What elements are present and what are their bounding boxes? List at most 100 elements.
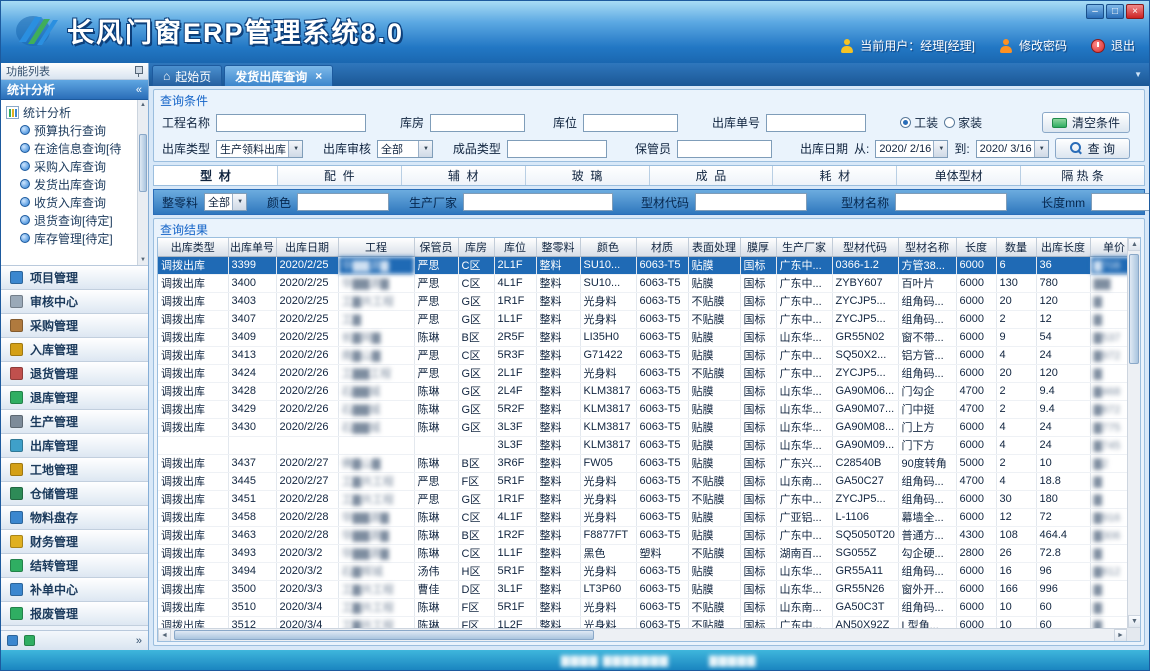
tree-item[interactable]: 退货查询[待定] <box>6 211 136 229</box>
tab-shipment-query[interactable]: 发货出库查询 × <box>224 65 333 86</box>
radio-home-install[interactable]: 家装 <box>944 114 982 131</box>
sidebar-section-finance[interactable]: 财务管理 <box>1 530 148 554</box>
keeper-input[interactable] <box>677 140 772 158</box>
sidebar-section-inventory[interactable]: 物料盘存 <box>1 506 148 530</box>
monitor-icon[interactable] <box>7 635 18 646</box>
column-header[interactable]: 颜色 <box>580 238 636 256</box>
table-row[interactable]: 调拨出库35102020/3/4工▇共工程陈琳F区5R1F整料光身料6063-T… <box>158 598 1141 616</box>
whole-part-select[interactable]: 全部 <box>204 193 247 211</box>
project-name-input[interactable] <box>216 114 366 132</box>
table-row[interactable]: 调拨出库34452020/2/27工▇共工程严思F区5R1F整料光身料6063-… <box>158 472 1141 490</box>
sidebar-section-audit[interactable]: 审核中心 <box>1 290 148 314</box>
column-header[interactable]: 表面处理 <box>688 238 740 256</box>
material-tab[interactable]: 辅 材 <box>402 166 526 185</box>
minimize-button[interactable]: – <box>1086 4 1104 19</box>
sidebar-section-site[interactable]: 工地管理 <box>1 458 148 482</box>
table-row[interactable]: 调拨出库34092020/2/25长▇网▇陈琳B区2R5F整料LI35H0606… <box>158 328 1141 346</box>
scroll-up-icon[interactable]: ▲ <box>1128 238 1141 251</box>
order-no-input[interactable] <box>766 114 866 132</box>
profile-code-input[interactable] <box>695 193 807 211</box>
manufacturer-input[interactable] <box>463 193 613 211</box>
column-header[interactable]: 整零料 <box>536 238 580 256</box>
column-header[interactable]: 出库日期 <box>276 238 338 256</box>
outbound-audit-select[interactable]: 全部 <box>377 140 433 158</box>
sidebar-section-carryover[interactable]: 结转管理 <box>1 554 148 578</box>
table-row[interactable]: 调拨出库34512020/2/28工▇共工程严思G区1R1F整料光身料6063-… <box>158 490 1141 508</box>
sidebar-section-outbound[interactable]: 出库管理 <box>1 434 148 458</box>
horizontal-scroll-thumb[interactable] <box>174 630 594 640</box>
sidebar-section-return-goods[interactable]: 退货管理 <box>1 362 148 386</box>
warehouse-input[interactable] <box>430 114 525 132</box>
tab-home[interactable]: ⌂ 起始页 <box>152 65 222 86</box>
column-header[interactable]: 库位 <box>494 238 536 256</box>
horizontal-scrollbar[interactable]: ◄ ► <box>158 628 1127 641</box>
sidebar-section-supplement[interactable]: 补单中心 <box>1 578 148 602</box>
column-header[interactable]: 材质 <box>636 238 688 256</box>
column-header[interactable]: 膜厚 <box>740 238 776 256</box>
sidebar-section-purchase[interactable]: 采购管理 <box>1 314 148 338</box>
column-header[interactable]: 保管员 <box>414 238 458 256</box>
material-tab[interactable]: 型 材 <box>154 166 278 185</box>
tree-item[interactable]: 发货出库查询 <box>6 175 136 193</box>
column-header[interactable]: 出库类型 <box>158 238 228 256</box>
sidebar-section-statistics[interactable]: 统计分析 « <box>1 80 148 100</box>
sidebar-section-scrap[interactable]: 报废管理 <box>1 602 148 626</box>
outbound-type-select[interactable]: 生产领料出库 <box>216 140 303 158</box>
table-row[interactable]: 调拨出库34932020/3/2华▇▇源▇陈琳C区1L1F整料黑色塑料不贴膜国标… <box>158 544 1141 562</box>
table-row[interactable]: 调拨出库34132020/2/26南▇山▇严思C区5R3F整料G71422606… <box>158 346 1141 364</box>
color-input[interactable] <box>297 193 389 211</box>
table-row[interactable]: 调拨出库34282020/2/26石▇▇城陈琳G区2L4F整料KLM381760… <box>158 382 1141 400</box>
column-header[interactable]: 型材代码 <box>832 238 898 256</box>
sidebar-section-production[interactable]: 生产管理 <box>1 410 148 434</box>
tree-item[interactable]: 收货入库查询 <box>6 193 136 211</box>
sidebar-section-project[interactable]: 项目管理 <box>1 266 148 290</box>
change-password-link[interactable]: 修改密码 <box>1019 37 1067 54</box>
material-tab[interactable]: 成 品 <box>650 166 774 185</box>
vertical-scroll-thumb[interactable] <box>1129 254 1139 364</box>
tree-scroll-thumb[interactable] <box>139 134 147 192</box>
date-from-picker[interactable]: 2020/ 2/16 <box>875 140 948 158</box>
material-tab[interactable]: 单体型材 <box>897 166 1021 185</box>
vertical-scrollbar[interactable]: ▲ ▼ <box>1127 238 1140 628</box>
close-button[interactable]: × <box>1126 4 1144 19</box>
pin-icon[interactable] <box>134 65 143 78</box>
table-row[interactable]: 调拨出库34242020/2/26工▇▇工程严思G区2L1F整料光身料6063-… <box>158 364 1141 382</box>
scroll-down-icon[interactable]: ▼ <box>138 255 148 265</box>
tree-item[interactable]: 预算执行查询 <box>6 121 136 139</box>
column-header[interactable]: 工程 <box>338 238 414 256</box>
list-icon[interactable] <box>24 635 35 646</box>
material-tab[interactable]: 玻 璃 <box>526 166 650 185</box>
table-row[interactable]: 调拨出库34032020/2/25工▇共工程严思G区1R1F整料光身料6063-… <box>158 292 1141 310</box>
maximize-button[interactable]: □ <box>1106 4 1124 19</box>
scroll-down-icon[interactable]: ▼ <box>1128 615 1141 628</box>
radio-work-install[interactable]: 工装 <box>900 114 938 131</box>
table-row[interactable]: 调拨出库34372020/2/27佛▇山▇陈琳B区3R6F整料FW056063-… <box>158 454 1141 472</box>
table-row[interactable]: 调拨出库34302020/2/26石▇▇城陈琳G区3L3F整料KLM381760… <box>158 418 1141 436</box>
table-row[interactable]: 调拨出库35002020/3/3工▇共工程曹佳D区3L1F整料LT3P60606… <box>158 580 1141 598</box>
table-row[interactable]: 调拨出库34292020/2/26石▇▇城陈琳G区5R2F整料KLM381760… <box>158 400 1141 418</box>
table-row[interactable]: 调拨出库34942020/3/2石▇辉城汤伟H区5R1F整料光身料6063-T5… <box>158 562 1141 580</box>
table-row[interactable]: 调拨出库34632020/2/28华▇▇源▇陈琳B区1R2F整料F8877FT6… <box>158 526 1141 544</box>
logout-link[interactable]: 退出 <box>1111 37 1135 54</box>
material-tab[interactable]: 配 件 <box>278 166 402 185</box>
table-row[interactable]: 调拨出库34002020/2/25华▇▇源▇严思C区4L1F整料SU10...6… <box>158 274 1141 292</box>
table-row[interactable]: 调拨出库34582020/2/28华▇▇源▇陈琳C区4L1F整料光身料6063-… <box>158 508 1141 526</box>
scroll-left-icon[interactable]: ◄ <box>158 629 171 642</box>
search-button[interactable]: 查 询 <box>1055 138 1130 159</box>
material-tab[interactable]: 隔 热 条 <box>1021 166 1144 185</box>
table-row[interactable]: 调拨出库34072020/2/25工▇严思G区1L1F整料光身料6063-T5不… <box>158 310 1141 328</box>
tab-list-caret-icon[interactable]: ▼ <box>1134 70 1142 79</box>
sidebar-section-inbound[interactable]: 入库管理 <box>1 338 148 362</box>
column-header[interactable]: 长度 <box>956 238 996 256</box>
sidebar-section-warehouse[interactable]: 仓储管理 <box>1 482 148 506</box>
profile-name-input[interactable] <box>895 193 1007 211</box>
scroll-up-icon[interactable]: ▲ <box>138 100 148 110</box>
table-row[interactable]: 调拨出库33992020/2/25华▇▇源▇严思C区2L1F整料SU10...6… <box>158 256 1141 274</box>
collapse-icon[interactable]: « <box>136 84 142 96</box>
tree-root[interactable]: 统计分析 <box>6 103 136 121</box>
tab-close-icon[interactable]: × <box>315 69 322 83</box>
column-header[interactable]: 出库长度 <box>1036 238 1090 256</box>
column-header[interactable]: 数量 <box>996 238 1036 256</box>
tree-item[interactable]: 在途信息查询[待 <box>6 139 136 157</box>
length-input[interactable] <box>1091 193 1149 211</box>
